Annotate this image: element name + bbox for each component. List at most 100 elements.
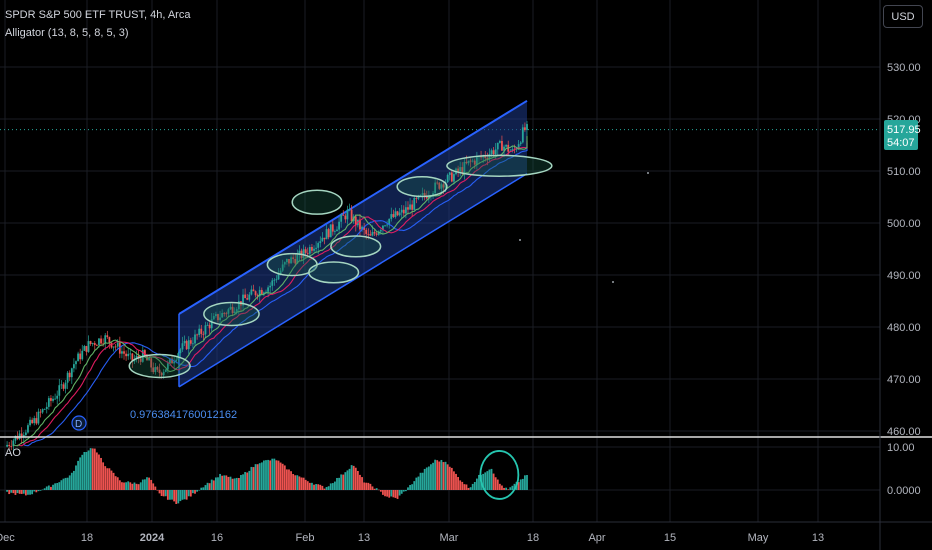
candle-body [198, 328, 201, 335]
candle-body [492, 150, 495, 155]
dividend-marker[interactable]: D [71, 415, 87, 431]
ao-bar [45, 486, 48, 490]
ao-bar [300, 477, 303, 490]
ao-bar [200, 487, 203, 490]
ao-bar [442, 462, 445, 490]
ao-bar [503, 487, 505, 490]
ao-bar [407, 487, 409, 490]
ao-bar [457, 477, 459, 490]
ao-bar [133, 482, 136, 490]
ao-bar [411, 484, 414, 490]
ao-bar [467, 487, 470, 490]
candle-body [100, 338, 102, 344]
candle-body [350, 209, 353, 222]
candle-body [200, 328, 203, 334]
ao-bar [317, 484, 320, 490]
ao-bar [290, 471, 292, 490]
ao-bar [501, 485, 503, 490]
ao-bar [95, 452, 98, 490]
ao-bar [363, 482, 366, 490]
ao-bar [219, 473, 221, 490]
candle-body [179, 349, 182, 354]
ao-bar [85, 451, 88, 490]
candle-body [43, 409, 46, 410]
candle-body [183, 340, 186, 344]
ao-bar [189, 490, 192, 497]
candle-body [248, 294, 251, 300]
ao-bar [371, 486, 374, 490]
candle-body [311, 246, 313, 251]
ao-bar [496, 479, 499, 490]
ao-bar [229, 476, 232, 490]
ao-bar [342, 474, 345, 490]
candle-body [45, 406, 48, 410]
x-tick-label: Dec [0, 532, 15, 544]
ao-bar [507, 489, 510, 490]
channel-lower-line [178, 172, 528, 388]
ao-bar [359, 474, 361, 490]
x-tick-label: 18 [81, 532, 93, 544]
candle-body [60, 384, 63, 386]
last-price-label: 517.95 [887, 124, 921, 136]
ao-bar [166, 490, 169, 500]
ao-bar [175, 490, 178, 504]
candle-body [185, 340, 188, 350]
ao-bar [137, 484, 140, 490]
ao-bar [154, 486, 157, 490]
ao-bar [252, 467, 255, 490]
candle-body [498, 141, 501, 143]
candle-body [252, 289, 255, 292]
candle-body [95, 345, 98, 346]
ao-bar [20, 490, 23, 494]
candle-body [206, 324, 209, 326]
candle-body [392, 214, 395, 217]
candle-body [64, 382, 67, 389]
ao-bar [16, 490, 19, 494]
candle-body [194, 334, 196, 344]
ao-bar [14, 490, 17, 495]
candle-body [79, 353, 82, 360]
ao-bar [354, 467, 357, 490]
ao-bar [68, 475, 71, 490]
ao-bar [469, 487, 472, 490]
candle-body [448, 172, 451, 175]
ao-bar [285, 469, 288, 490]
ao-bar [146, 477, 148, 490]
candle-body [27, 425, 29, 433]
candle-body [83, 346, 86, 351]
ao-bar [511, 485, 514, 490]
ao-bar [283, 465, 286, 490]
candle-body [244, 294, 247, 299]
ao-bar [463, 484, 466, 490]
ao-bar [235, 477, 238, 490]
ao-bar [319, 484, 322, 490]
ao-bar [260, 462, 263, 490]
ao-bar [10, 490, 13, 493]
ao-bar [208, 483, 211, 490]
candle-body [108, 337, 111, 343]
ao-bar [427, 466, 430, 490]
x-tick-label: 18 [527, 532, 539, 544]
currency-button[interactable]: USD [883, 5, 923, 28]
ao-bar [292, 473, 295, 490]
ao-bar [121, 482, 123, 490]
candle-body [254, 291, 257, 296]
ao-bar [43, 488, 46, 490]
ao-bar [131, 483, 134, 490]
ao-bar [323, 488, 326, 490]
ao-bar [453, 471, 455, 490]
candle-body [246, 298, 249, 300]
ao-bar [263, 460, 265, 490]
ao-bar [248, 470, 251, 490]
x-tick-label: 2024 [140, 532, 165, 544]
ao-bar [392, 490, 395, 498]
ao-bar [160, 490, 163, 496]
ao-bar [277, 460, 280, 490]
candle-body [250, 289, 253, 295]
ao-bar [75, 465, 77, 490]
chart-canvas[interactable]: 460.00470.00480.00490.00500.00510.00520.… [0, 0, 932, 550]
ao-bar [331, 483, 334, 490]
candle-body [52, 398, 54, 401]
ao-bar [114, 476, 117, 490]
ao-bar [104, 466, 107, 490]
